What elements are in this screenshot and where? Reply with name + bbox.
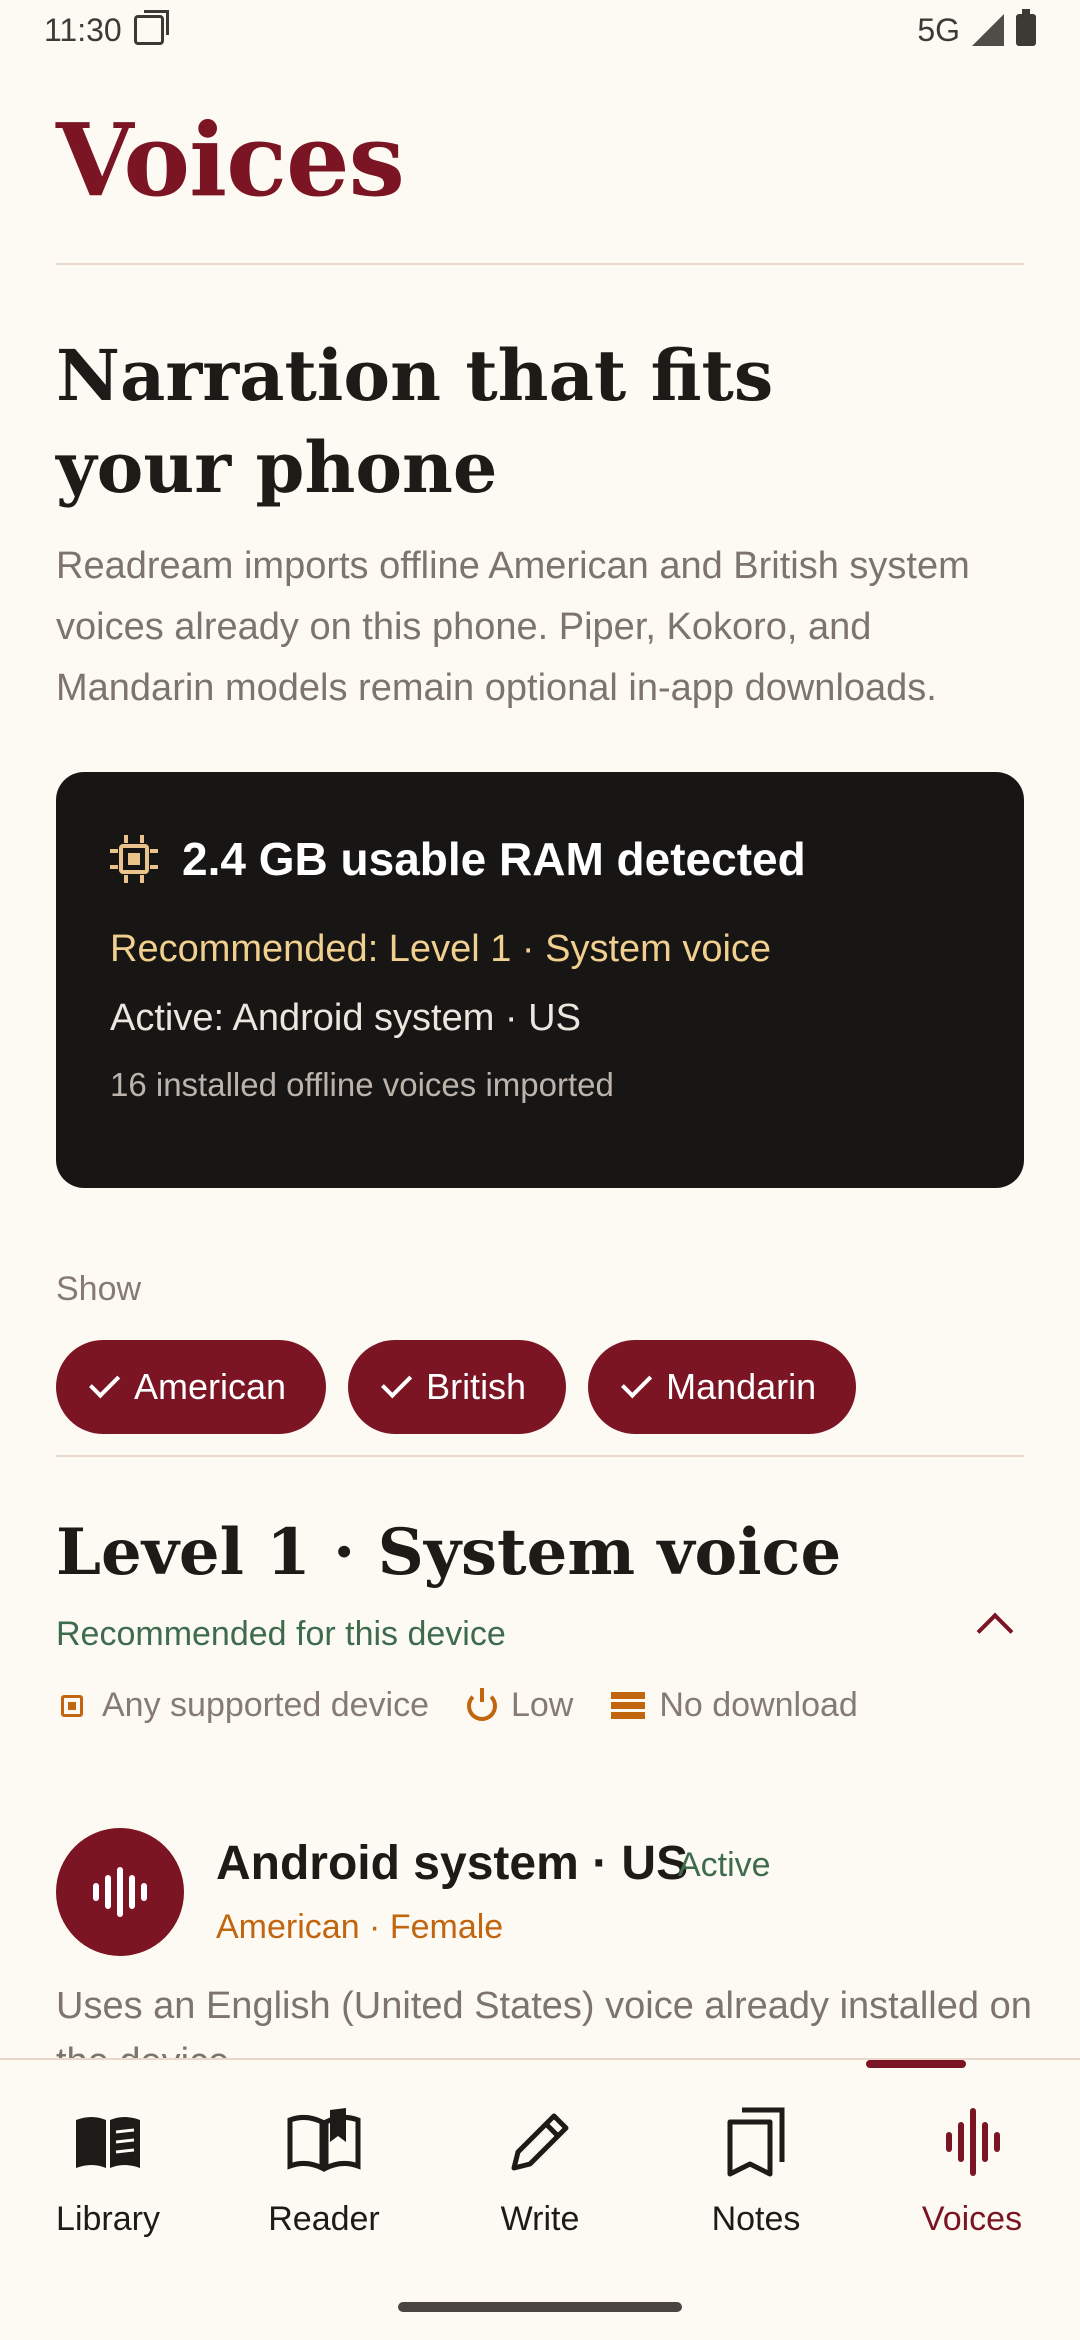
hero-description: Readream imports offline American and Br… <box>56 545 970 709</box>
ram-active: Active: Android system · US <box>110 997 581 1039</box>
ram-recommended: Recommended: Level 1 · System voice <box>110 928 772 970</box>
hero-title: Narration that fits your phone <box>56 334 774 509</box>
waveform-icon <box>932 2102 1012 2182</box>
ram-header: 2.4 GB usable RAM detected <box>110 832 970 886</box>
bottom-nav: Library Reader Write Notes Voices <box>0 2058 1080 2340</box>
meta-label: No download <box>659 1686 858 1724</box>
level-subtitle: Recommended for this device <box>56 1615 506 1653</box>
chip-american[interactable]: American <box>56 1340 327 1434</box>
chip-label: American <box>134 1366 287 1407</box>
level-meta: Any supported device Low No download <box>56 1686 858 1725</box>
nav-write[interactable]: Write <box>432 2060 648 2260</box>
check-icon <box>89 1367 121 1399</box>
voice-name[interactable]: Android system · US <box>216 1836 688 1891</box>
show-label: Show <box>56 1270 142 1308</box>
meta-storage: No download <box>611 1686 858 1725</box>
signal-icon <box>972 14 1004 46</box>
filter-divider <box>56 1455 1024 1457</box>
meta-device: Any supported device <box>56 1686 429 1725</box>
nav-label: Write <box>500 2200 580 2238</box>
level-title: Level 1 · System voice <box>56 1515 842 1590</box>
status-time: 11:30 <box>44 11 122 48</box>
sim-icon <box>133 10 169 45</box>
check-icon <box>381 1367 413 1399</box>
library-icon <box>68 2102 148 2182</box>
filter-chips: American British Mandarin <box>56 1340 857 1434</box>
nav-reader[interactable]: Reader <box>216 2060 432 2260</box>
chip-mandarin[interactable]: Mandarin <box>588 1340 857 1434</box>
chip-label: British <box>426 1366 527 1407</box>
voice-description: Uses an English (United States) voice al… <box>56 1985 1032 2058</box>
nav-voices[interactable]: Voices <box>864 2060 1080 2260</box>
chip-icon <box>110 835 158 883</box>
network-label: 5G <box>917 11 960 48</box>
ram-installed-count: 16 installed offline voices imported <box>110 1066 614 1103</box>
chip-british[interactable]: British <box>348 1340 567 1434</box>
nav-label: Reader <box>268 2200 380 2238</box>
storage-icon <box>611 1691 646 1720</box>
nav-label: Library <box>56 2200 160 2238</box>
pencil-icon <box>500 2102 580 2182</box>
chevron-up-icon[interactable] <box>976 1612 1014 1650</box>
ram-title: 2.4 GB usable RAM detected <box>182 833 806 885</box>
notes-icon <box>716 2102 796 2182</box>
nav-label: Voices <box>921 2200 1023 2238</box>
status-bar: 11:30 5G <box>0 0 1080 60</box>
chip-icon <box>56 1690 88 1722</box>
power-icon <box>466 1687 497 1721</box>
nav-notes[interactable]: Notes <box>648 2060 864 2260</box>
nav-label: Notes <box>711 2200 801 2238</box>
header-divider <box>56 263 1024 265</box>
ram-card: 2.4 GB usable RAM detected Recommended: … <box>56 772 1024 1188</box>
voice-accent: American · Female <box>216 1908 504 1946</box>
meta-power: Low <box>466 1686 574 1725</box>
voice-status-badge: Active <box>678 1846 771 1884</box>
open-book-icon <box>284 2102 364 2182</box>
meta-label: Any supported device <box>102 1686 429 1724</box>
waveform-icon[interactable] <box>56 1828 184 1956</box>
chip-label: Mandarin <box>666 1366 817 1407</box>
meta-label: Low <box>510 1686 574 1724</box>
battery-icon <box>1016 9 1036 46</box>
status-right: 5G <box>917 9 1036 49</box>
check-icon <box>621 1367 653 1399</box>
home-indicator[interactable] <box>398 2302 682 2312</box>
page-title: Voices <box>56 101 405 219</box>
status-left: 11:30 <box>44 10 169 49</box>
nav-library[interactable]: Library <box>0 2060 216 2260</box>
